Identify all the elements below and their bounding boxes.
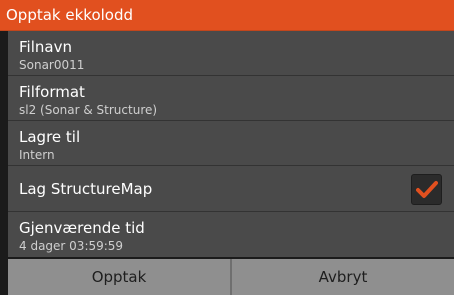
row-time-remaining-label: Gjenværende tid: [19, 219, 145, 237]
row-file-format-value: sl2 (Sonar & Structure): [19, 103, 158, 117]
dialog-buttons: Opptak Avbryt: [8, 259, 454, 295]
record-sonar-dialog: Opptak ekkolodd Filnavn Sonar0011 Filfor…: [0, 0, 454, 295]
row-filename[interactable]: Filnavn Sonar0011: [8, 31, 454, 76]
row-filename-label: Filnavn: [19, 38, 72, 56]
row-filename-value: Sonar0011: [19, 58, 85, 72]
dialog-titlebar: Opptak ekkolodd: [0, 0, 454, 31]
row-time-remaining-value: 4 dager 03:59:59: [19, 239, 124, 253]
row-save-to-value: Intern: [19, 148, 55, 162]
row-time-remaining: Gjenværende tid 4 dager 03:59:59: [8, 212, 454, 257]
settings-list: Filnavn Sonar0011 Filformat sl2 (Sonar &…: [8, 31, 454, 257]
check-icon: [416, 181, 438, 198]
structuremap-checkbox[interactable]: [411, 174, 442, 205]
row-structuremap[interactable]: Lag StructureMap: [8, 166, 454, 212]
row-file-format[interactable]: Filformat sl2 (Sonar & Structure): [8, 76, 454, 121]
row-save-to-label: Lagre til: [19, 128, 81, 146]
dialog-title: Opptak ekkolodd: [6, 6, 134, 24]
record-button[interactable]: Opptak: [8, 259, 230, 295]
row-file-format-label: Filformat: [19, 83, 85, 101]
cancel-button[interactable]: Avbryt: [232, 259, 454, 295]
row-save-to[interactable]: Lagre til Intern: [8, 121, 454, 166]
row-structuremap-label: Lag StructureMap: [19, 180, 153, 198]
